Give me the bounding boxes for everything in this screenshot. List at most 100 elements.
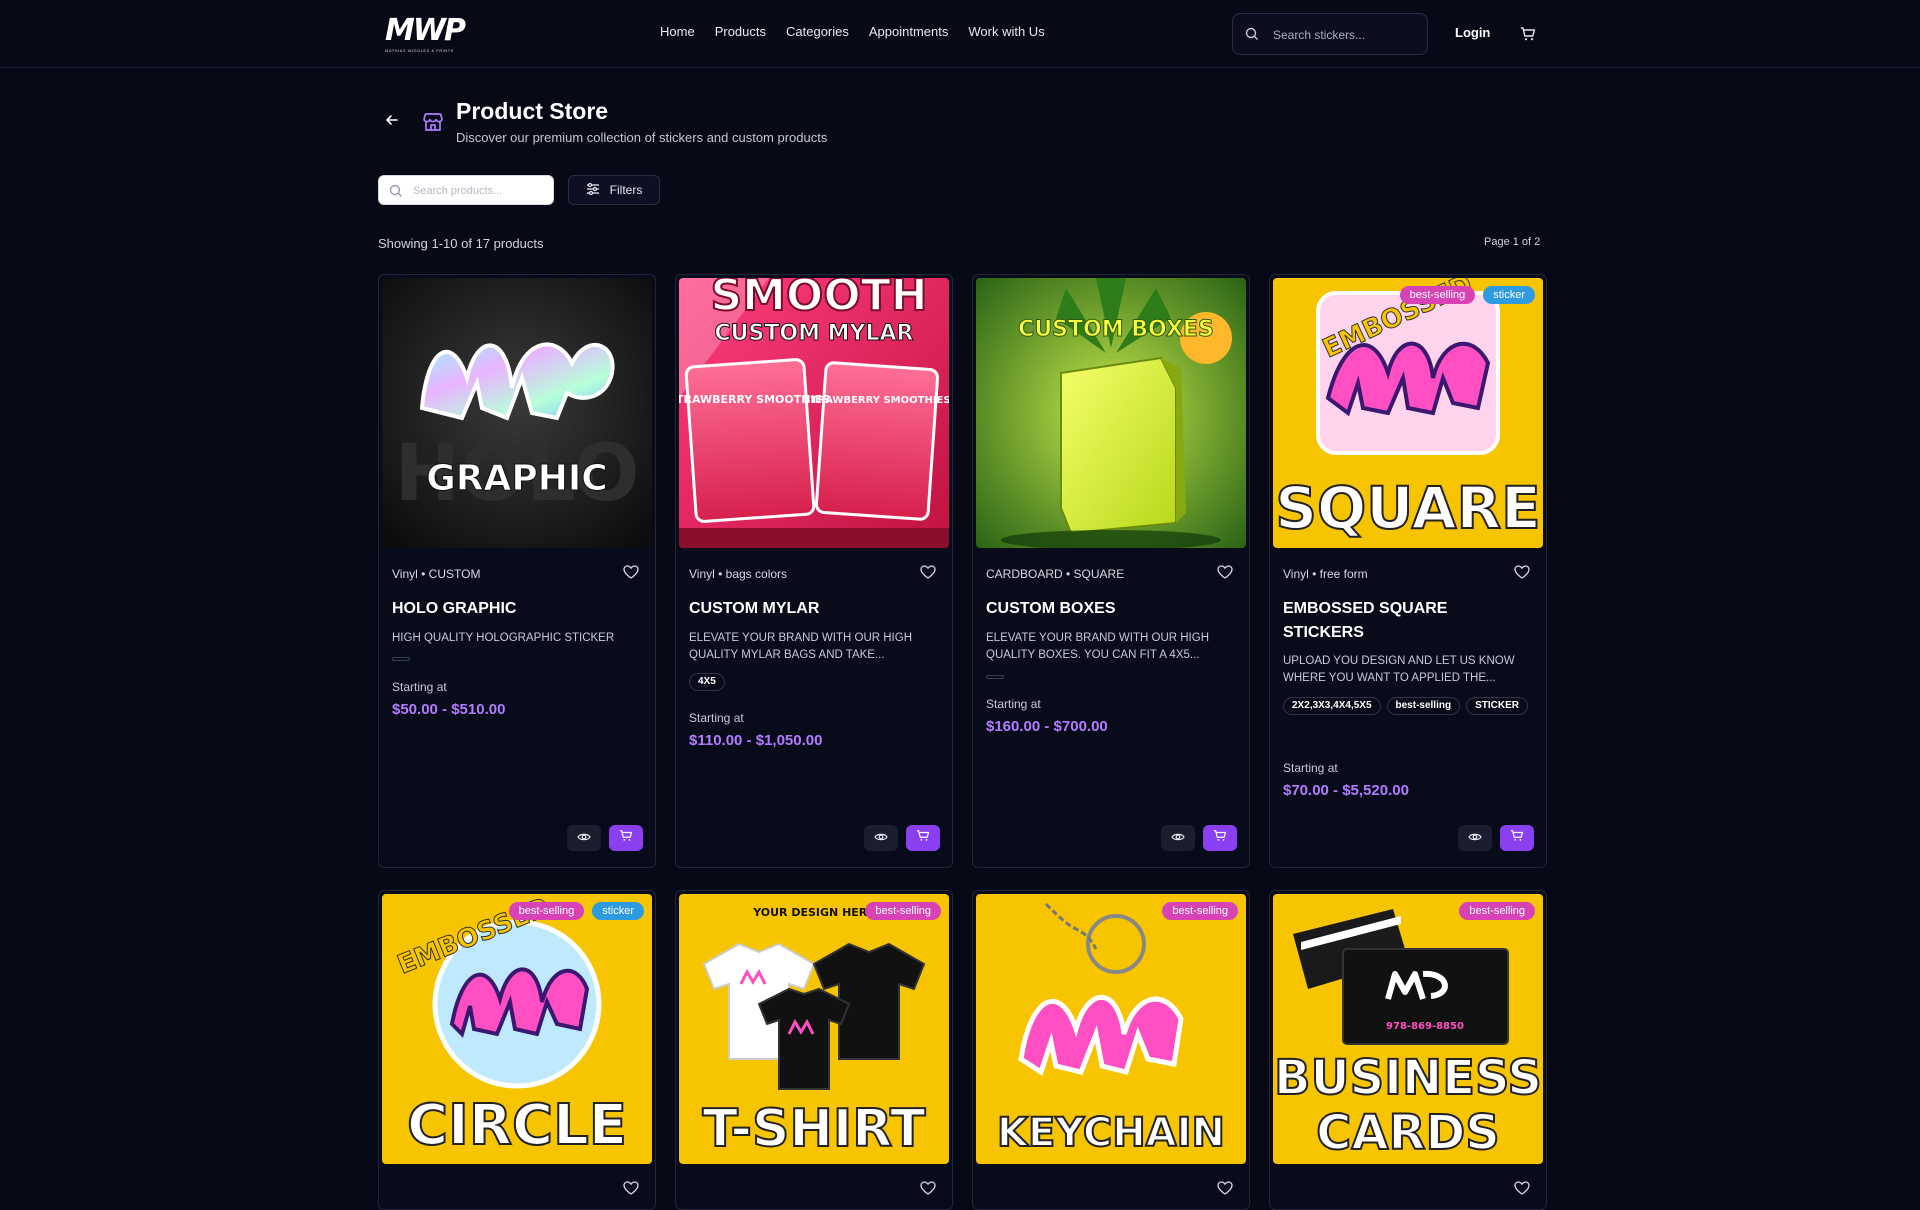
cart-icon [1213,829,1227,847]
svg-text:CARDS: CARDS [1316,1105,1500,1161]
product-tag: 2X2,3X3,4X4,5X5 [1283,697,1381,715]
product-image[interactable]: 978-869-8850 BUSINESS CARDS best-selling [1273,894,1543,1164]
svg-text:BUSINESS: BUSINESS [1274,1050,1542,1106]
heart-icon[interactable] [623,565,639,584]
back-arrow-icon[interactable] [385,113,399,132]
product-search [378,175,554,205]
search-icon [1245,27,1259,46]
starting-at-label: Starting at [689,711,744,725]
product-image[interactable]: EMBOSSED SQUARE best-selling sticker [1273,278,1543,548]
product-price: $110.00 - $1,050.00 [689,732,823,749]
view-button[interactable] [1458,825,1492,851]
brand-logo[interactable]: MWP MATHIAS WIGGLES & PRINTS [385,16,466,56]
nav-appointments[interactable]: Appointments [869,24,949,39]
view-button[interactable] [864,825,898,851]
product-price: $50.00 - $510.00 [392,701,506,718]
product-name[interactable]: EMBOSSED SQUARE STICKERS [1283,597,1523,645]
badge-group: best-selling [1162,902,1238,920]
svg-text:KEYCHAIN: KEYCHAIN [997,1110,1225,1156]
cart-icon[interactable] [1520,26,1536,47]
product-tags: 4X5 [689,673,939,691]
svg-text:SMOOTH: SMOOTH [710,278,927,321]
card-actions [567,825,643,851]
view-button[interactable] [1161,825,1195,851]
product-card[interactable]: KEYCHAIN best-selling [972,890,1250,1210]
add-to-cart-button[interactable] [609,825,643,851]
view-button[interactable] [567,825,601,851]
product-meta: Vinyl • CUSTOM [392,567,481,581]
filters-button[interactable]: Filters [568,175,660,205]
badge-group: best-selling [865,902,941,920]
product-image[interactable]: CUSTOM BOXES [976,278,1246,548]
product-image[interactable]: SMOOTH CUSTOM MYLAR STRAWBERRY SMOOTHIES… [679,278,949,548]
product-image[interactable]: KEYCHAIN best-selling [976,894,1246,1164]
eye-icon [1468,829,1482,847]
product-image[interactable]: HOLO GRAPHIC [382,278,652,548]
product-tags [986,673,1236,679]
product-name[interactable]: CUSTOM BOXES [986,597,1226,621]
svg-text:CUSTOM MYLAR: CUSTOM MYLAR [715,321,914,346]
product-name[interactable]: HOLO GRAPHIC [392,597,632,621]
product-card[interactable]: EMBOSSED CIRCLE best-selling sticker [378,890,656,1210]
add-to-cart-button[interactable] [1203,825,1237,851]
sticker-search [1232,13,1428,55]
login-button[interactable]: Login [1455,25,1490,40]
top-navbar: MWP MATHIAS WIGGLES & PRINTS Home Produc… [0,0,1920,68]
nav-products[interactable]: Products [715,24,766,39]
product-tags: 2X2,3X3,4X4,5X5 best-selling STICKER [1283,697,1533,715]
product-card[interactable]: SMOOTH CUSTOM MYLAR STRAWBERRY SMOOTHIES… [675,274,953,868]
product-card[interactable]: YOUR DESIGN HERE T-SHIRT best-selling [675,890,953,1210]
card-actions [1458,825,1534,851]
product-tag: STICKER [1466,697,1528,715]
product-image[interactable]: YOUR DESIGN HERE T-SHIRT best-selling [679,894,949,1164]
product-meta: CARDBOARD • SQUARE [986,567,1125,581]
add-to-cart-button[interactable] [1500,825,1534,851]
badge-group: best-selling [1459,902,1535,920]
nav-categories[interactable]: Categories [786,24,849,39]
page-indicator: Page 1 of 2 [1484,236,1541,248]
badge-sticker: sticker [1483,286,1535,304]
eye-icon [577,829,591,847]
tag-placeholder [986,675,1004,679]
add-to-cart-button[interactable] [906,825,940,851]
search-icon [389,184,403,203]
product-card[interactable]: EMBOSSED SQUARE best-selling sticker Vin… [1269,274,1547,868]
product-search-input[interactable] [413,182,548,200]
badge-group: best-selling sticker [508,902,644,920]
sticker-search-input[interactable] [1273,25,1418,45]
badge-best-selling: best-selling [865,902,941,920]
svg-text:T-SHIRT: T-SHIRT [703,1099,926,1159]
svg-text:CUSTOM BOXES: CUSTOM BOXES [1018,317,1214,342]
product-price: $160.00 - $700.00 [986,718,1108,735]
badge-best-selling: best-selling [508,902,585,920]
tag-placeholder [392,657,410,661]
store-icon [421,110,445,139]
product-description: UPLOAD YOU DESIGN AND LET US KNOW WHERE … [1283,655,1515,684]
cart-icon [1510,829,1524,847]
eye-icon [1171,829,1185,847]
card-actions [1161,825,1237,851]
eye-icon [874,829,888,847]
product-price: $70.00 - $5,520.00 [1283,782,1409,799]
main-nav: Home Products Categories Appointments Wo… [660,24,1065,39]
heart-icon[interactable] [920,565,936,584]
svg-text:SQUARE: SQUARE [1275,474,1541,542]
product-card[interactable]: HOLO GRAPHIC Vinyl • CUSTOM HOLO GRAPHIC… [378,274,656,868]
starting-at-label: Starting at [1283,761,1338,775]
product-name[interactable]: CUSTOM MYLAR [689,597,929,621]
nav-work-with-us[interactable]: Work with Us [968,24,1044,39]
nav-home[interactable]: Home [660,24,695,39]
heart-icon[interactable] [1514,565,1530,584]
results-count: Showing 1-10 of 17 products [378,236,544,251]
product-meta: Vinyl • bags colors [689,567,788,581]
svg-text:CIRCLE: CIRCLE [407,1093,627,1158]
product-card[interactable]: CUSTOM BOXES CARDBOARD • SQUARE CUSTOM B… [972,274,1250,868]
cart-icon [619,829,633,847]
heart-icon[interactable] [1217,565,1233,584]
badge-group: best-selling sticker [1399,286,1535,304]
card-actions [864,825,940,851]
filters-label: Filters [609,183,643,197]
product-card[interactable]: 978-869-8850 BUSINESS CARDS best-selling [1269,890,1547,1210]
product-image[interactable]: EMBOSSED CIRCLE best-selling sticker [382,894,652,1164]
product-tag: best-selling [1386,697,1461,715]
